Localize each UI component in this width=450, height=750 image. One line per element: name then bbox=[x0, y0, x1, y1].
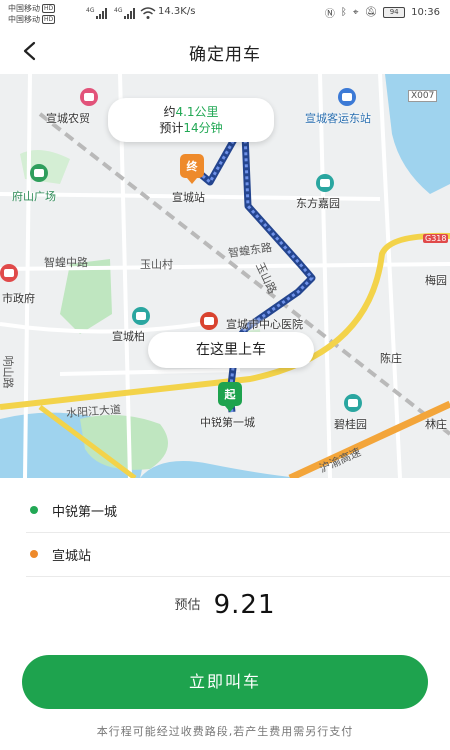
network-speed: 14.3K/s bbox=[158, 6, 196, 17]
map-label: 林庄 bbox=[425, 418, 447, 431]
government-icon bbox=[0, 264, 18, 282]
nfc-icon: Ⓝ bbox=[324, 9, 335, 20]
map-label: 宣城站 bbox=[172, 191, 205, 204]
road-label: 智蝗中路 bbox=[44, 256, 88, 269]
call-car-button[interactable]: 立即叫车 bbox=[22, 655, 428, 709]
status-bar: 中国移动 HD 中国移动 HD 4G 4G 14.3K/s Ⓝ ᛒ ⌖ 🔕︎ 94 … bbox=[0, 0, 450, 28]
distance-prefix: 约 bbox=[163, 105, 176, 119]
carrier-2-label: 中国移动 bbox=[8, 15, 40, 24]
location-icon: ⌖ bbox=[352, 7, 359, 18]
bus-icon bbox=[338, 88, 356, 106]
wifi-icon bbox=[140, 7, 156, 19]
road-shield: X007 bbox=[408, 90, 438, 102]
map-label: 宣城柏 bbox=[112, 330, 145, 343]
destination-address-row[interactable]: 宣城站 bbox=[0, 532, 450, 576]
clock: 10:36 bbox=[411, 7, 440, 18]
pickup-address: 中锐第一城 bbox=[52, 504, 118, 520]
divider bbox=[26, 576, 450, 577]
park-icon bbox=[30, 164, 48, 182]
route-map[interactable]: 宣城农贸 宣城客运东站 X007 府山广场 宣城站 东方嘉园 智蝗东路 智蝗中路… bbox=[0, 74, 450, 478]
road-label: 玉山村 bbox=[140, 258, 173, 271]
hd-badge: HD bbox=[42, 4, 56, 13]
hd-badge: HD bbox=[42, 15, 56, 24]
trip-estimate-bubble: 约4.1公里 预计14分钟 bbox=[108, 98, 274, 142]
distance-value: 4.1公里 bbox=[175, 105, 219, 119]
map-label: 宣城客运东站 bbox=[305, 112, 371, 125]
residential-icon bbox=[316, 174, 334, 192]
carrier-info: 中国移动 HD 中国移动 HD bbox=[8, 3, 84, 25]
time-prefix: 预计 bbox=[159, 121, 184, 135]
fare-estimate: 预估 9.21 bbox=[0, 590, 450, 620]
battery-icon: 94 bbox=[383, 7, 406, 18]
map-label: 梅园 bbox=[425, 274, 447, 287]
road-shield: G318 bbox=[423, 234, 449, 243]
net-type-label: 4G bbox=[114, 7, 123, 14]
map-label: 碧桂园 bbox=[334, 418, 367, 431]
map-label: 府山广场 bbox=[12, 190, 56, 203]
fare-label: 预估 bbox=[174, 598, 201, 613]
pickup-pin-label: 起 bbox=[218, 382, 242, 406]
destination-address: 宣城站 bbox=[52, 548, 92, 564]
destination-dot-icon bbox=[30, 550, 38, 558]
signal-icon: 4G bbox=[86, 7, 107, 19]
road-label: 响山路 bbox=[1, 355, 15, 389]
page-title: 确定用车 bbox=[189, 45, 261, 65]
map-label: 宣城农贸 bbox=[46, 112, 90, 125]
map-label: 宣城市中心医院 bbox=[226, 318, 303, 331]
destination-pin: 终 bbox=[180, 154, 204, 184]
mute-icon: 🔕︎ bbox=[364, 7, 378, 18]
hospital-icon bbox=[200, 312, 218, 330]
map-label: 陈庄 bbox=[380, 352, 402, 365]
toll-notice: 本行程可能经过收费路段,若产生费用需另行支付 bbox=[96, 725, 354, 738]
carrier-1-label: 中国移动 bbox=[8, 4, 40, 13]
pickup-pin: 起 bbox=[218, 382, 242, 412]
top-nav-bar: 确定用车 bbox=[0, 28, 450, 74]
fare-value: 9.21 bbox=[213, 590, 276, 620]
pickup-point-bubble[interactable]: 在这里上车 bbox=[148, 332, 314, 368]
pickup-address-row[interactable]: 中锐第一城 bbox=[0, 488, 450, 532]
residential-icon bbox=[132, 307, 150, 325]
destination-pin-label: 终 bbox=[180, 154, 204, 178]
shopping-icon bbox=[80, 88, 98, 106]
pickup-dot-icon bbox=[30, 506, 38, 514]
net-type-label: 4G bbox=[86, 7, 95, 14]
map-label: 中锐第一城 bbox=[200, 416, 255, 429]
signal-icon: 4G bbox=[114, 7, 135, 19]
map-label: 市政府 bbox=[2, 292, 35, 305]
map-label: 东方嘉园 bbox=[296, 197, 340, 210]
time-value: 14分钟 bbox=[183, 121, 223, 135]
residential-icon bbox=[344, 394, 362, 412]
bluetooth-icon: ᛒ bbox=[340, 7, 347, 18]
